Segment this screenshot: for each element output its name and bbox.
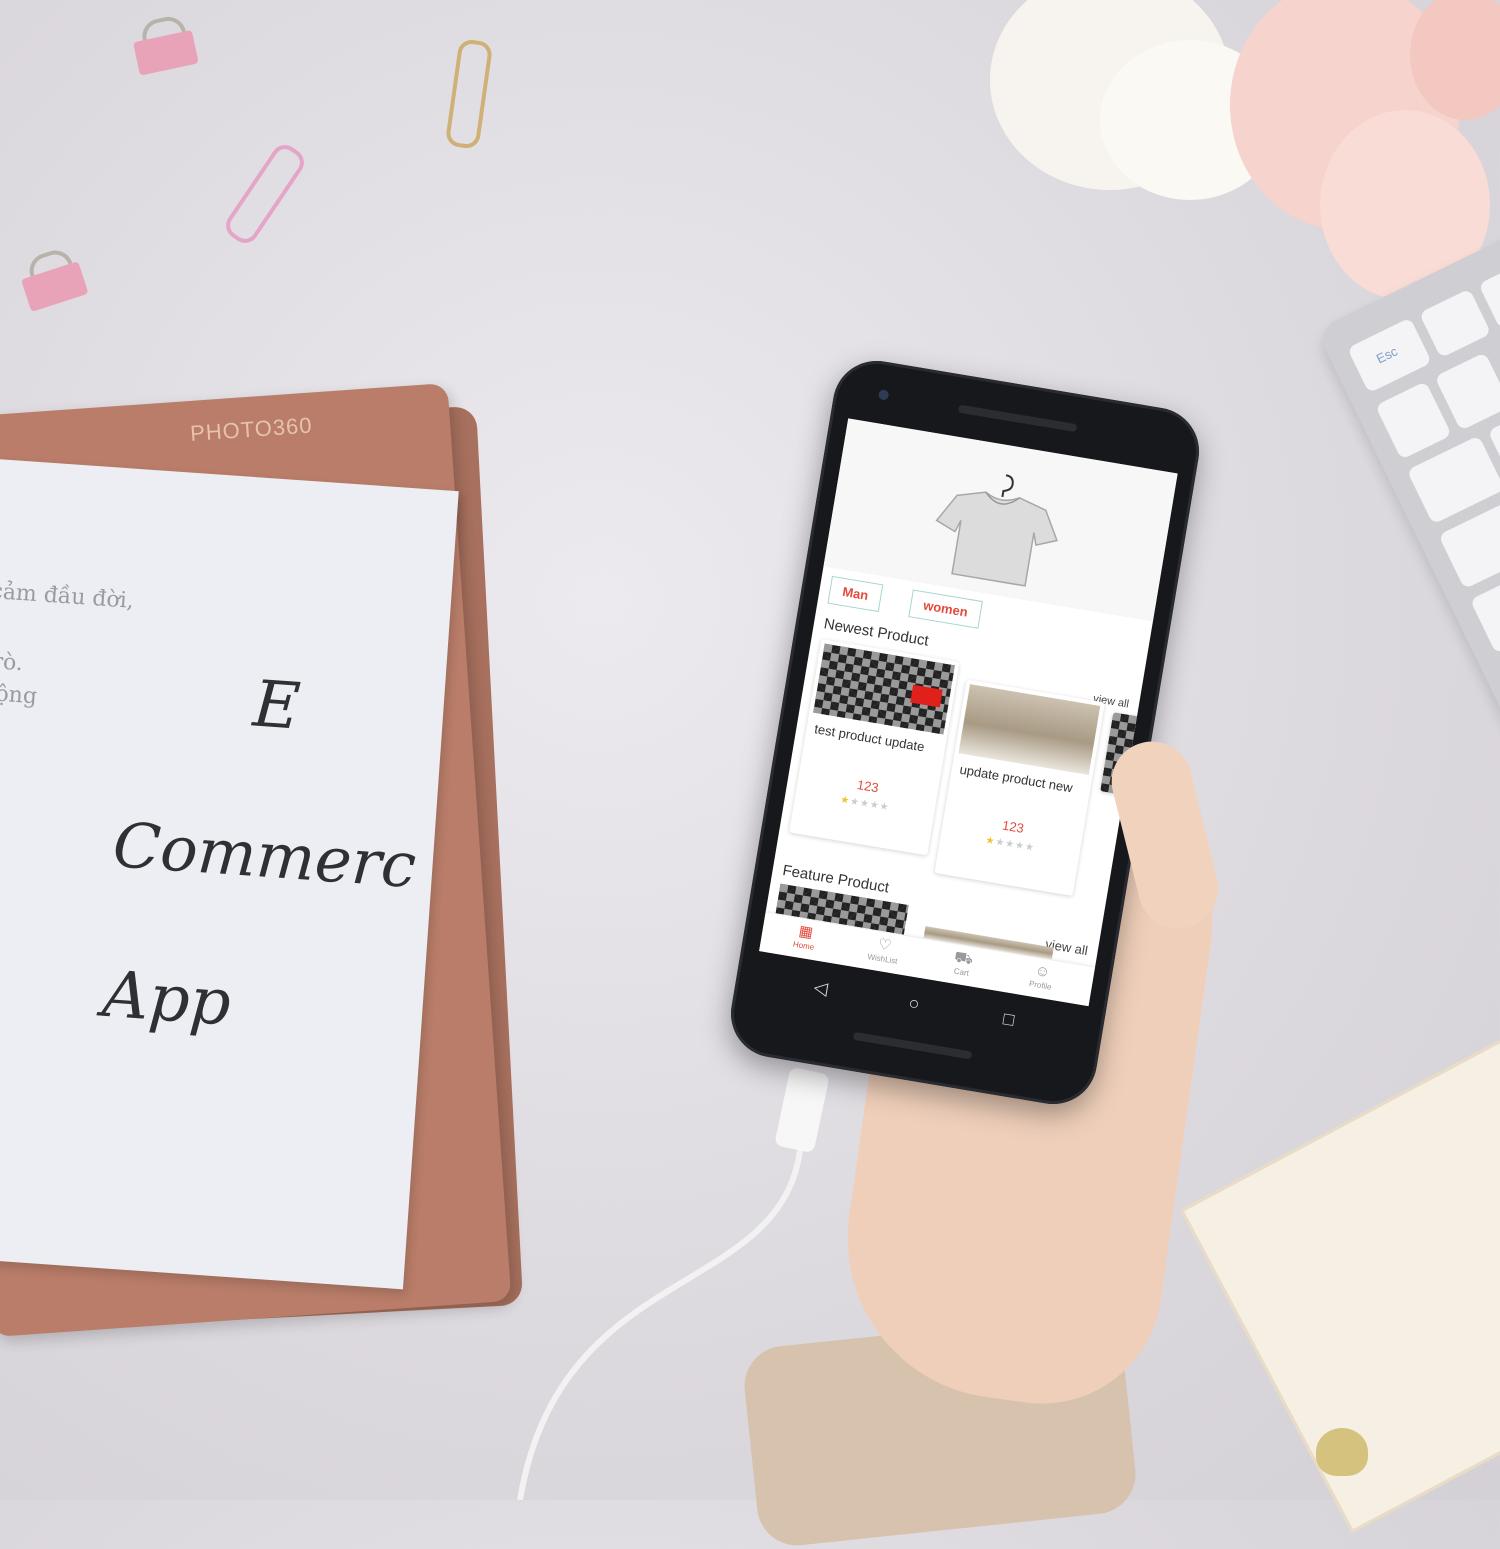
category-chip-man[interactable]: Man: [827, 575, 884, 613]
recents-icon[interactable]: □: [1002, 1008, 1016, 1031]
nav-cart-label: Cart: [953, 966, 970, 978]
back-icon[interactable]: ◁: [812, 977, 829, 1000]
home-icon[interactable]: ○: [907, 993, 921, 1016]
nav-profile[interactable]: ☺ Profile: [1005, 957, 1078, 995]
t-shirt-on-hanger-icon: [935, 474, 1058, 587]
app-screen: Man women Newest Product view all test p…: [759, 418, 1178, 1007]
nav-wishlist[interactable]: ♡ WishList: [847, 931, 920, 969]
product-card[interactable]: test product update 123 ★★★★★: [789, 639, 960, 856]
category-chip-women[interactable]: women: [908, 589, 983, 629]
nav-home[interactable]: ▦ Home: [768, 918, 841, 956]
front-camera: [877, 389, 890, 401]
charging-cable: [517, 1068, 829, 1500]
nav-cart[interactable]: ⛟ Cart: [926, 944, 999, 982]
product-image: [813, 643, 955, 735]
product-card[interactable]: update product new 123 ★★★★★: [934, 679, 1105, 896]
product-image: [958, 684, 1101, 775]
earpiece: [957, 404, 1078, 433]
